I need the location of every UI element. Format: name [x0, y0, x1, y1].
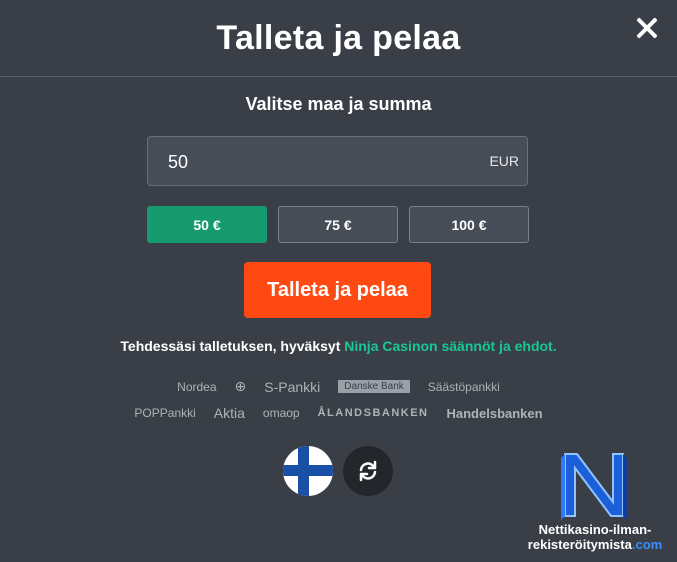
watermark-text: Nettikasino-ilman- rekisteröitymista.com	[520, 522, 670, 552]
terms-link[interactable]: Ninja Casinon säännöt ja ehdot.	[344, 338, 556, 354]
bank-logos-row-1: Nordea ⊕ S-Pankki Danske Bank Säästöpank…	[140, 378, 537, 395]
bank-logo-nordea: Nordea	[177, 379, 217, 394]
deposit-and-play-button[interactable]: Talleta ja pelaa	[244, 262, 431, 318]
bank-logo-danske: Danske Bank	[338, 380, 410, 393]
close-icon[interactable]	[635, 16, 659, 40]
currency-label: EUR	[489, 153, 519, 169]
modal-header: Talleta ja pelaa	[0, 0, 677, 77]
amount-field[interactable]: EUR	[147, 136, 528, 187]
deposit-modal: Talleta ja pelaa Valitse maa ja summa EU…	[0, 0, 677, 562]
n-logo-icon	[561, 453, 627, 520]
bank-logo-handelsbanken: Handelsbanken	[446, 405, 543, 421]
watermark-line-2: rekisteröitymista	[527, 537, 632, 552]
bank-logo-spankki: S-Pankki	[264, 378, 321, 395]
preset-100-button[interactable]: 100 €	[409, 206, 529, 243]
bank-logo-aktia: Aktia	[213, 405, 245, 421]
bank-logos-row-2: POPPankki Aktia omaop ÅLANDSBANKEN Hande…	[134, 405, 542, 421]
bank-logo-alandsbanken: ÅLANDSBANKEN	[317, 407, 429, 419]
watermark: Nettikasino-ilman- rekisteröitymista.com	[520, 450, 670, 560]
finland-flag-icon[interactable]	[283, 446, 333, 496]
bank-logo-saastopankki: Säästöpankki	[427, 379, 500, 394]
watermark-domain: .com	[631, 537, 663, 552]
refresh-icon[interactable]	[343, 446, 393, 496]
terms-prefix: Tehdessäsi talletuksen, hyväksyt	[120, 338, 345, 354]
terms-text: Tehdessäsi talletuksen, hyväksyt Ninja C…	[120, 337, 557, 356]
modal-title: Talleta ja pelaa	[216, 18, 461, 57]
preset-75-button[interactable]: 75 €	[278, 206, 398, 243]
bank-logo-poppankki: POPPankki	[134, 406, 196, 420]
amount-input[interactable]	[166, 137, 470, 187]
modal-subtitle: Valitse maa ja summa	[245, 94, 432, 114]
op-logo-icon: ⊕	[234, 378, 247, 394]
preset-50-button[interactable]: 50 €	[147, 206, 267, 243]
amount-presets: 50 € 75 € 100 €	[147, 206, 529, 243]
bank-logo-omaop: omaop	[262, 406, 300, 420]
watermark-line-1: Nettikasino-ilman-	[538, 522, 652, 537]
